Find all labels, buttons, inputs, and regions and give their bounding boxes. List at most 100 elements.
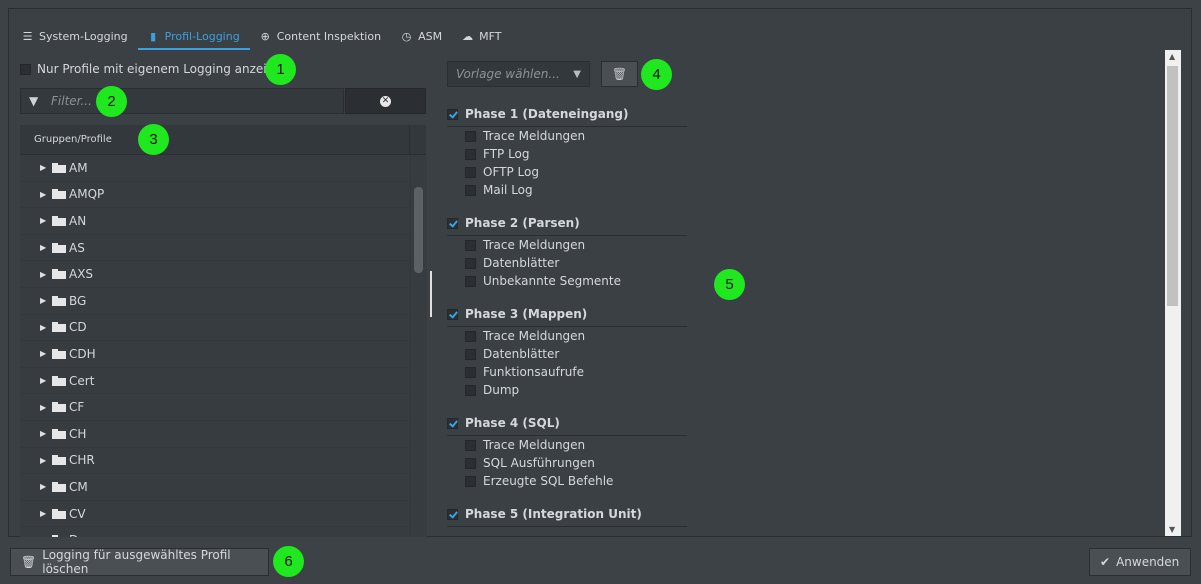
panel-splitter[interactable] (430, 271, 432, 317)
phase-option[interactable]: Funktionsaufrufe (465, 363, 687, 381)
caret-right-icon[interactable]: ▶ (40, 216, 48, 225)
tree-row[interactable]: ▶ AN (20, 208, 426, 235)
phase-title[interactable]: Phase 4 (SQL) (447, 413, 687, 436)
right-scrollbar[interactable]: ▲ ▼ (1165, 50, 1181, 536)
caret-right-icon[interactable]: ▶ (40, 243, 48, 252)
caret-right-icon[interactable]: ▶ (40, 456, 48, 465)
group-profile-tree: Gruppen/Profile ▶ AM ▶ AMQP ▶ AN ▶ AS ▶ AXS ▶ BG ▶ CD… (20, 125, 426, 537)
option-checkbox[interactable] (465, 330, 476, 342)
caret-right-icon[interactable]: ▶ (40, 270, 48, 279)
tree-row[interactable]: ▶ Demo (20, 527, 426, 537)
clear-filter-button[interactable]: ✕ (345, 88, 426, 114)
tree-row[interactable]: ▶ Cert (20, 368, 426, 395)
option-checkbox[interactable] (465, 475, 476, 487)
right-scrollbar-thumb[interactable] (1167, 66, 1178, 306)
tree-row[interactable]: ▶ AMQP (20, 182, 426, 209)
option-checkbox[interactable] (465, 166, 476, 178)
phase-title[interactable]: Phase 3 (Mappen) (447, 304, 687, 327)
tree-row-label: CDH (69, 346, 96, 361)
delete-template-button[interactable]: 🗑 (601, 61, 638, 87)
tree-scrollbar-thumb[interactable] (414, 187, 423, 273)
tree-row[interactable]: ▶ CM (20, 474, 426, 501)
tree-row[interactable]: ▶ CD (20, 315, 426, 342)
tab-profil-logging[interactable]: ▮ Profil-Logging (137, 24, 250, 50)
tab-mft[interactable]: ☁ MFT (452, 24, 511, 48)
tree-row[interactable]: ▶ CDH (20, 341, 426, 368)
phase-checkbox[interactable] (447, 508, 458, 520)
option-checkbox[interactable] (465, 239, 476, 251)
filter-input[interactable] (49, 93, 333, 109)
phase-title-label: Phase 2 (Parsen) (465, 216, 580, 230)
phase-option[interactable]: FTP Log (465, 145, 687, 163)
only-own-logging-option[interactable]: Nur Profile mit eigenem Logging anzeigen (20, 62, 289, 76)
option-checkbox[interactable] (465, 184, 476, 196)
option-checkbox[interactable] (465, 439, 476, 451)
phase-option[interactable]: Trace Meldungen (465, 436, 687, 454)
option-checkbox[interactable] (465, 130, 476, 142)
tree-row[interactable]: ▶ BG (20, 288, 426, 315)
option-checkbox[interactable] (465, 257, 476, 269)
folder-icon (52, 269, 67, 280)
annotation-badge-6: 6 (273, 546, 304, 577)
tree-row[interactable]: ▶ AXS (20, 261, 426, 288)
phase-title-label: Phase 1 (Dateneingang) (465, 107, 629, 121)
tree-row[interactable]: ▶ CH (20, 421, 426, 448)
phase-option[interactable]: Datenblätter (465, 345, 687, 363)
caret-right-icon[interactable]: ▶ (40, 296, 48, 305)
tree-header[interactable]: Gruppen/Profile (20, 125, 426, 155)
phase-option[interactable]: OFTP Log (465, 163, 687, 181)
caret-right-icon[interactable]: ▶ (40, 482, 48, 491)
folder-icon (52, 322, 67, 333)
phase-option[interactable]: Mail Log (465, 181, 687, 199)
phase-option[interactable]: Datenblätter (465, 254, 687, 272)
trash-icon: 🗑 (21, 555, 37, 569)
caret-right-icon[interactable]: ▶ (40, 403, 48, 412)
option-label: Unbekannte Segmente (483, 274, 621, 288)
phase-option[interactable]: Trace Meldungen (465, 236, 687, 254)
caret-right-icon[interactable]: ▶ (40, 163, 48, 172)
scroll-down-icon[interactable]: ▼ (1169, 525, 1175, 534)
phase-title[interactable]: Phase 5 (Integration Unit) (447, 504, 687, 527)
only-own-logging-checkbox[interactable] (20, 63, 31, 75)
tree-row[interactable]: ▶ AS (20, 235, 426, 262)
phase-option[interactable]: Erzeugte SQL Befehle (465, 472, 687, 490)
option-checkbox[interactable] (465, 457, 476, 469)
caret-right-icon[interactable]: ▶ (40, 429, 48, 438)
phase-group: Phase 5 (Integration Unit) (447, 504, 687, 527)
tab-content-inspektion[interactable]: ⊕ Content Inspektion (250, 24, 391, 48)
phase-option[interactable]: Unbekannte Segmente (465, 272, 687, 290)
phase-option[interactable]: Dump (465, 381, 687, 399)
tree-row[interactable]: ▶ AM (20, 155, 426, 182)
phase-title[interactable]: Phase 1 (Dateneingang) (447, 104, 687, 127)
option-checkbox[interactable] (465, 366, 476, 378)
phase-checkbox[interactable] (447, 108, 458, 120)
tab-asm[interactable]: ◷ ASM (391, 24, 452, 48)
phase-checkbox[interactable] (447, 217, 458, 229)
caret-right-icon[interactable]: ▶ (40, 190, 48, 199)
caret-right-icon[interactable]: ▶ (40, 323, 48, 332)
phase-title[interactable]: Phase 2 (Parsen) (447, 213, 687, 236)
tab-system-logging[interactable]: ☰ System-Logging (20, 24, 138, 48)
caret-right-icon[interactable]: ▶ (40, 536, 48, 537)
template-select[interactable]: Vorlage wählen... ▼ (447, 61, 590, 87)
apply-button[interactable]: ✔ Anwenden (1089, 548, 1191, 576)
option-checkbox[interactable] (465, 148, 476, 160)
tree-scrollbar[interactable] (410, 155, 427, 537)
tree-row[interactable]: ▶ CV (20, 501, 426, 528)
tree-row[interactable]: ▶ CHR (20, 448, 426, 475)
caret-right-icon[interactable]: ▶ (40, 376, 48, 385)
phase-checkbox[interactable] (447, 308, 458, 320)
phase-option[interactable]: SQL Ausführungen (465, 454, 687, 472)
scroll-up-icon[interactable]: ▲ (1169, 52, 1175, 61)
option-checkbox[interactable] (465, 275, 476, 287)
tree-row[interactable]: ▶ CF (20, 394, 426, 421)
phase-checkbox[interactable] (447, 417, 458, 429)
caret-right-icon[interactable]: ▶ (40, 349, 48, 358)
phase-option[interactable]: Trace Meldungen (465, 127, 687, 145)
delete-profile-logging-button[interactable]: 🗑 Logging für ausgewähltes Profil lösche… (10, 548, 269, 576)
caret-right-icon[interactable]: ▶ (40, 509, 48, 518)
option-checkbox[interactable] (465, 384, 476, 396)
option-label: Datenblätter (483, 256, 560, 270)
option-checkbox[interactable] (465, 348, 476, 360)
phase-option[interactable]: Trace Meldungen (465, 327, 687, 345)
